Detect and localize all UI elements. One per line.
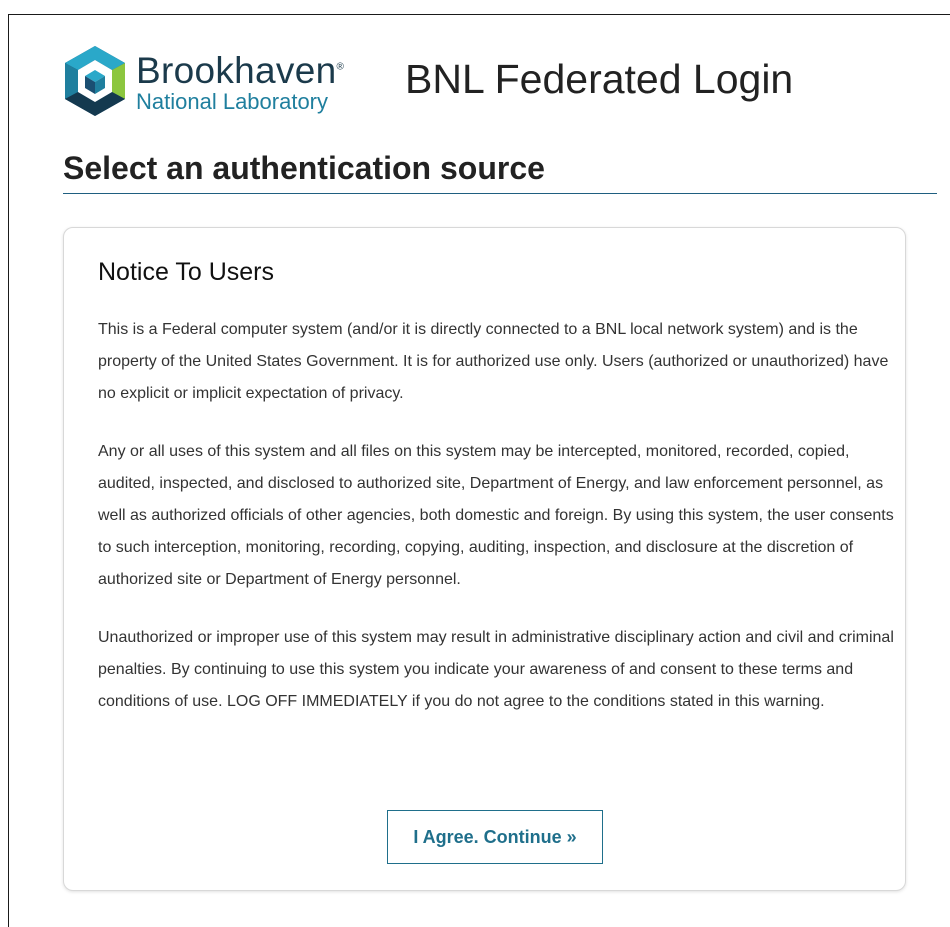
- logo-name-text: Brookhaven: [136, 49, 337, 91]
- notice-card: Notice To Users This is a Federal comput…: [63, 227, 906, 891]
- site-header: Brookhaven® National Laboratory: [62, 42, 344, 122]
- agree-continue-button[interactable]: I Agree. Continue »: [387, 810, 603, 864]
- notice-title: Notice To Users: [98, 258, 274, 286]
- logo-name: Brookhaven®: [136, 52, 344, 89]
- notice-body: This is a Federal computer system (and/o…: [98, 314, 898, 744]
- app-title: BNL Federated Login: [405, 56, 794, 102]
- logo-subtitle: National Laboratory: [136, 88, 329, 114]
- notice-paragraph: Unauthorized or improper use of this sys…: [98, 629, 894, 710]
- notice-paragraph: This is a Federal computer system (and/o…: [98, 321, 889, 402]
- registered-mark: ®: [336, 61, 345, 73]
- notice-paragraph: Any or all uses of this system and all f…: [98, 443, 894, 588]
- brookhaven-cube-logo-icon: [65, 46, 125, 116]
- brookhaven-logo[interactable]: Brookhaven® National Laboratory: [62, 44, 344, 120]
- page-heading: Select an authentication source: [63, 150, 937, 194]
